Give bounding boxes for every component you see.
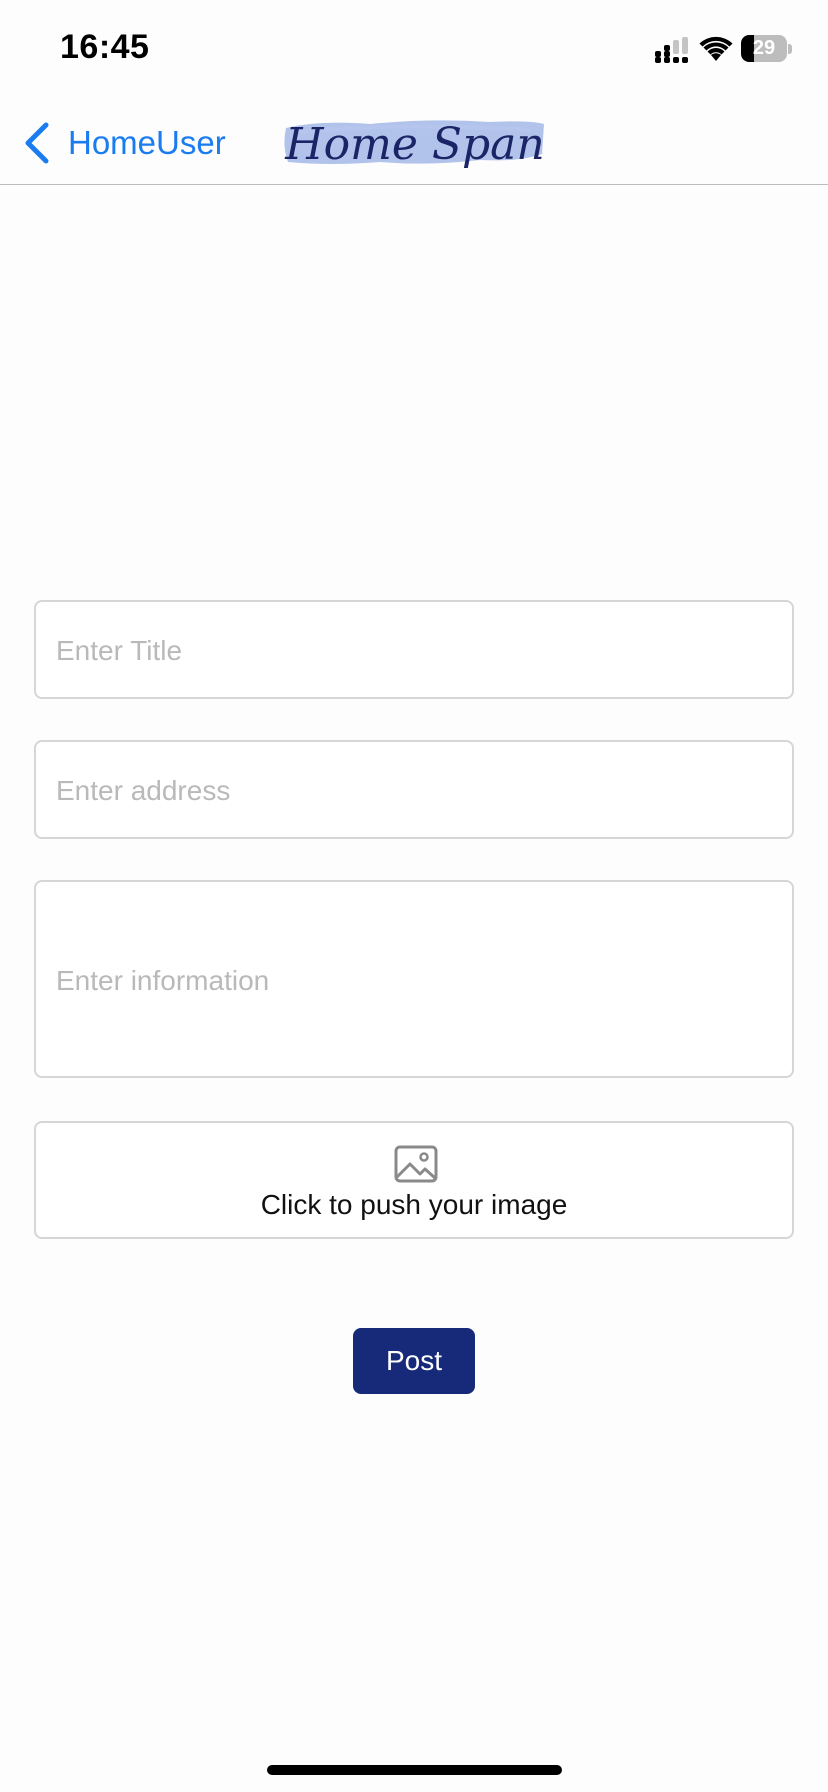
cellular-signal-icon xyxy=(655,37,688,63)
image-icon xyxy=(394,1145,438,1183)
battery-level: 29 xyxy=(752,37,776,59)
information-input[interactable] xyxy=(56,962,772,1002)
navigation-bar: HomeUser Home Span xyxy=(0,100,828,185)
back-button[interactable]: HomeUser xyxy=(22,118,226,168)
information-field[interactable] xyxy=(34,880,794,1078)
back-label: HomeUser xyxy=(68,124,226,161)
status-time: 16:45 xyxy=(60,28,150,66)
wifi-icon xyxy=(699,36,733,61)
battery-icon: 29 xyxy=(741,35,792,63)
chevron-left-icon xyxy=(25,122,49,164)
title-field[interactable] xyxy=(34,600,794,699)
status-bar: 16:45 29 xyxy=(0,0,828,100)
app-logo: Home Span xyxy=(280,110,550,180)
image-upload-label: Click to push your image xyxy=(260,1189,568,1220)
post-button[interactable]: Post xyxy=(353,1328,475,1394)
address-input[interactable] xyxy=(56,772,772,810)
home-indicator[interactable] xyxy=(267,1765,562,1775)
post-form-screen: 16:45 29 HomeUser Home Span Enter Title … xyxy=(0,0,828,1792)
image-upload-button[interactable]: Click to push your image xyxy=(34,1121,794,1239)
logo-text: Home Span xyxy=(285,119,545,170)
address-field[interactable] xyxy=(34,740,794,839)
title-input[interactable] xyxy=(56,632,772,670)
